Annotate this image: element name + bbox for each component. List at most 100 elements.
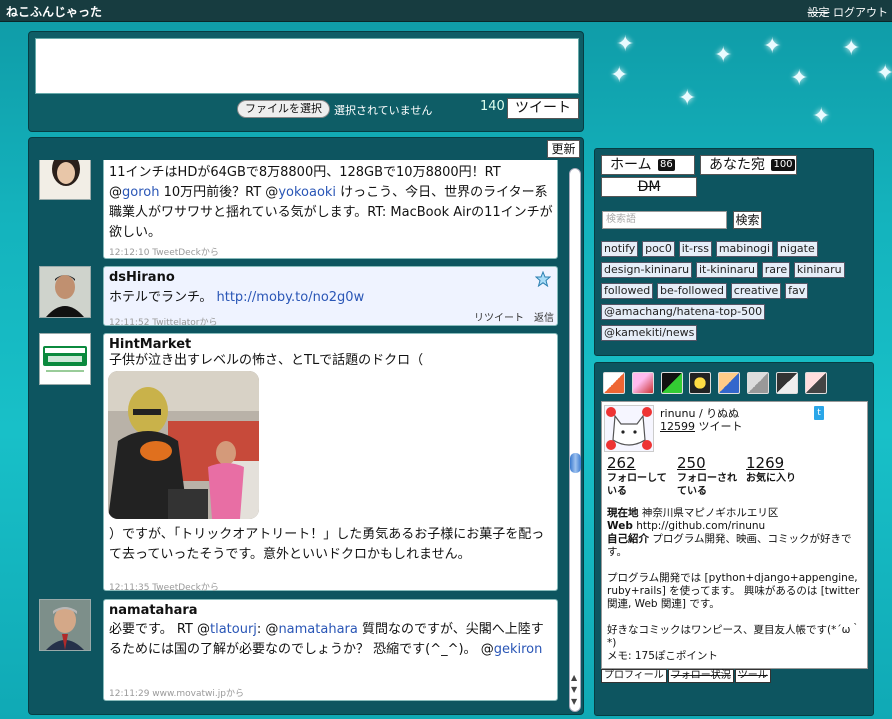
- tweet-button[interactable]: ツイート: [507, 98, 579, 119]
- followers-count[interactable]: 250: [677, 454, 743, 472]
- tab-tools[interactable]: ツール: [734, 669, 771, 683]
- friend-avatar[interactable]: [804, 372, 827, 394]
- friend-avatar[interactable]: [747, 372, 770, 394]
- tweet-feed[interactable]: 11インチはHDが64GBで8万8800円、128GBで10万8800円！RT …: [29, 160, 567, 714]
- tweet-item[interactable]: namatahara 必要です。 RT @tlatourj: @namataha…: [103, 599, 558, 701]
- memo-text: メモ: 175ぽこポイント: [607, 650, 718, 662]
- user-avatar[interactable]: [39, 266, 91, 318]
- sparkle-icon: ✦: [714, 43, 733, 68]
- refresh-button[interactable]: 更新: [547, 140, 580, 158]
- top-bar: ねこふんじゃった 設定 ログアウト: [0, 0, 892, 22]
- sparkle-icon: ✦: [610, 63, 629, 88]
- search-input[interactable]: 検索語: [602, 211, 727, 229]
- following-count[interactable]: 262: [607, 454, 673, 472]
- list-tag[interactable]: rare: [761, 262, 791, 278]
- scroll-up-arrow-icon[interactable]: ▲: [571, 673, 577, 682]
- list-tag[interactable]: creative: [730, 283, 782, 299]
- tweet-input[interactable]: [35, 38, 579, 94]
- friend-avatar[interactable]: [660, 372, 683, 394]
- scroll-down-arrow-icon[interactable]: ▼: [571, 685, 577, 694]
- mention-link[interactable]: tlatourj: [210, 622, 257, 637]
- scroll-down-arrow-icon[interactable]: ▼: [571, 697, 577, 706]
- tweet-text: 子供が泣き出すレベルの怖さ、とTLで話題のドクロ（: [109, 353, 424, 368]
- mention-link[interactable]: namatahara: [278, 622, 357, 637]
- web-link[interactable]: http://github.com/rinunu: [636, 520, 765, 532]
- followers-label: フォローされている: [677, 473, 737, 497]
- profile-avatar[interactable]: [604, 405, 654, 452]
- list-tag[interactable]: @kamekiti/news: [601, 325, 698, 341]
- following-stat[interactable]: 262 フォローしている: [607, 454, 673, 498]
- user-avatar[interactable]: [39, 333, 91, 385]
- user-avatar[interactable]: [39, 599, 91, 651]
- dm-tab[interactable]: DM: [601, 177, 697, 197]
- tab-follow-status[interactable]: フォロー状況: [667, 669, 734, 683]
- home-count-badge: 86: [658, 159, 675, 171]
- choose-file-button[interactable]: ファイルを選択: [237, 100, 330, 118]
- bio-label: 自己紹介: [607, 533, 649, 545]
- mention-link[interactable]: gekiron: [494, 642, 543, 657]
- tweet-count-link[interactable]: 12599: [660, 420, 695, 433]
- navigation-panel: ホーム 86 あなた宛 100 DM 検索語 検索 notify poc0 it…: [594, 148, 874, 356]
- saved-lists: notify poc0 it-rss mabinogi nigate desig…: [601, 241, 861, 346]
- sparkle-icon: ✦: [876, 61, 892, 86]
- timeline-scrollbar[interactable]: ▲ ▼ ▼: [569, 168, 581, 712]
- friend-icons: [603, 372, 830, 396]
- profile-panel: rinunu / りぬぬ 12599 ツイート t 262 フォローしている 25…: [594, 362, 874, 716]
- home-tab-label: ホーム: [610, 157, 652, 173]
- retweet-button[interactable]: リツイート: [474, 313, 524, 324]
- tweet-item[interactable]: 11インチはHDが64GBで8万8800円、128GBで10万8800円！RT …: [103, 160, 558, 259]
- tweet-text: 必要です。 RT @tlatourj: @namatahara 質問なのですが、…: [109, 620, 554, 660]
- sparkle-icon: ✦: [790, 66, 809, 91]
- favorites-count[interactable]: 1269: [746, 454, 812, 472]
- mention-link[interactable]: yokoaoki: [278, 185, 336, 200]
- list-tag[interactable]: it-rss: [678, 241, 713, 257]
- profile-tabs: プロフィール フォロー状況 ツール: [601, 669, 772, 683]
- list-tag[interactable]: followed: [601, 283, 654, 299]
- friend-avatar[interactable]: [689, 372, 712, 394]
- tweet-photo[interactable]: [108, 371, 259, 519]
- followers-stat[interactable]: 250 フォローされている: [677, 454, 743, 498]
- tweet-url-link[interactable]: http://moby.to/no2g0w: [216, 290, 364, 305]
- favorites-stat[interactable]: 1269 お気に入り: [746, 454, 812, 485]
- tweet-item[interactable]: dsHirano ホテルでランチ。 http://moby.to/no2g0w …: [103, 266, 558, 328]
- list-tag[interactable]: design-kininaru: [601, 262, 693, 278]
- friend-avatar[interactable]: [603, 372, 625, 394]
- tweet-username[interactable]: namatahara: [109, 603, 198, 618]
- search-button[interactable]: 検索: [733, 211, 762, 229]
- sparkle-icon: ✦: [763, 34, 782, 59]
- list-tag[interactable]: fav: [785, 283, 809, 299]
- home-tab[interactable]: ホーム 86: [601, 155, 695, 175]
- reply-button[interactable]: 返信: [534, 313, 554, 324]
- location-value: 神奈川県マピノギホルエリ区: [641, 507, 779, 519]
- mentions-tab[interactable]: あなた宛 100: [700, 155, 797, 175]
- profile-card: rinunu / りぬぬ 12599 ツイート t 262 フォローしている 25…: [601, 401, 868, 669]
- user-avatar[interactable]: [39, 160, 91, 200]
- twitter-icon[interactable]: t: [814, 406, 824, 420]
- friend-avatar[interactable]: [718, 372, 741, 394]
- star-icon[interactable]: [535, 271, 551, 287]
- tweet-username[interactable]: dsHirano: [109, 270, 175, 285]
- bio-text: 好きなコミックはワンピース、夏目友人帳です(*´ω｀*): [607, 624, 861, 649]
- list-tag[interactable]: nigate: [776, 241, 818, 257]
- list-tag[interactable]: mabinogi: [715, 241, 774, 257]
- tweet-text-part: : @: [256, 622, 279, 637]
- list-tag[interactable]: be-followed: [657, 283, 727, 299]
- tab-profile[interactable]: プロフィール: [601, 669, 667, 683]
- list-tag[interactable]: it-kininaru: [695, 262, 758, 278]
- list-tag[interactable]: poc0: [642, 241, 675, 257]
- logout-link[interactable]: ログアウト: [833, 6, 888, 19]
- friend-avatar[interactable]: [775, 372, 798, 394]
- list-tag[interactable]: notify: [601, 241, 639, 257]
- app-title: ねこふんじゃった: [6, 5, 103, 19]
- settings-link[interactable]: 設定: [808, 6, 830, 19]
- mention-link[interactable]: goroh: [122, 185, 159, 200]
- compose-panel: ファイルを選択 選択されていません 140 ツイート: [28, 31, 584, 132]
- list-tag[interactable]: kininaru: [793, 262, 845, 278]
- friend-avatar[interactable]: [631, 372, 654, 394]
- tweet-username[interactable]: HintMarket: [109, 337, 191, 352]
- list-tag[interactable]: @amachang/hatena-top-500: [601, 304, 766, 320]
- tweet-item[interactable]: HintMarket 子供が泣き出すレベルの怖さ、とTLで話題のドクロ（ ）です…: [103, 333, 558, 593]
- following-label: フォローしている: [607, 473, 667, 497]
- mentions-tab-label: あなた宛: [709, 157, 765, 173]
- scroll-thumb[interactable]: [570, 453, 581, 473]
